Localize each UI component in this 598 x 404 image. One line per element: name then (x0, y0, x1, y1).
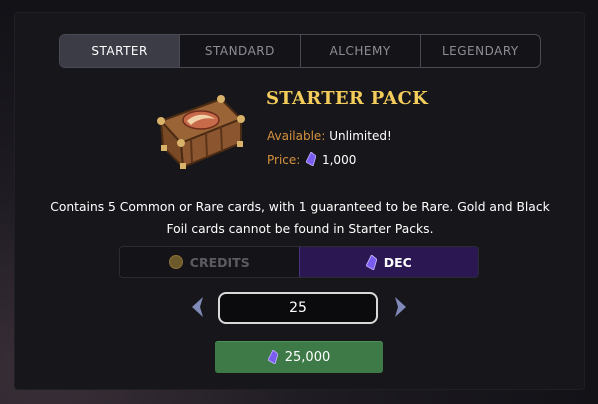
credits-button[interactable]: CREDITS (120, 247, 299, 277)
tab-starter[interactable]: STARTER (60, 35, 180, 67)
pack-description: Contains 5 Common or Rare cards, with 1 … (35, 196, 565, 240)
credits-label: CREDITS (189, 254, 250, 270)
buy-button[interactable]: 25,000 (215, 341, 383, 373)
description-line-2: Foil cards cannot be found in Starter Pa… (166, 222, 434, 236)
availability-row: Available: Unlimited! (267, 129, 392, 143)
chevron-right-icon[interactable] (391, 296, 409, 318)
tab-legendary[interactable]: LEGENDARY (419, 35, 540, 67)
price-label: Price: (267, 153, 301, 167)
dec-label: DEC (383, 254, 412, 270)
tab-alchemy[interactable]: ALCHEMY (299, 35, 420, 67)
coin-icon (168, 255, 183, 269)
price-row: Price: 1,000 (267, 152, 356, 167)
currency-toggle: CREDITS DEC (119, 246, 479, 278)
dec-button[interactable]: DEC (298, 247, 478, 277)
available-value: Unlimited! (329, 129, 392, 143)
pack-tabs: STARTER STANDARD ALCHEMY LEGENDARY (59, 34, 541, 68)
quantity-input[interactable] (218, 292, 378, 324)
pack-title: STARTER PACK (266, 88, 429, 109)
price-value: 1,000 (321, 153, 357, 167)
dec-crystal-icon (306, 152, 317, 166)
available-label: Available: (267, 129, 326, 143)
treasure-chest-icon (157, 95, 245, 170)
chevron-left-icon[interactable] (189, 296, 207, 318)
buy-total: 25,000 (284, 349, 331, 365)
shop-panel: STARTER STANDARD ALCHEMY LEGENDARY START… (15, 13, 584, 389)
dec-crystal-icon (365, 254, 377, 270)
dec-crystal-icon (267, 350, 278, 364)
description-line-1: Contains 5 Common or Rare cards, with 1 … (50, 200, 550, 214)
tab-standard[interactable]: STANDARD (179, 35, 299, 67)
